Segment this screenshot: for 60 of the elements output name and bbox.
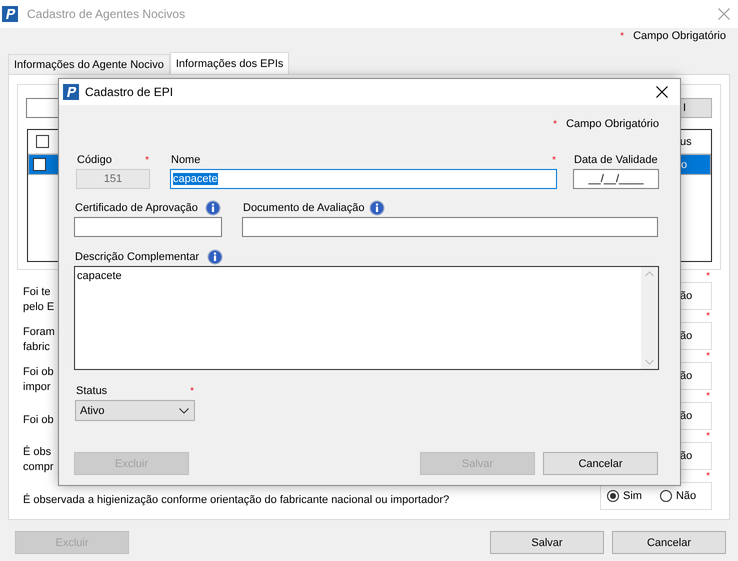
field-label: Código: [77, 154, 112, 166]
required-asterisk: *: [706, 351, 710, 362]
date-field[interactable]: __/__/____: [573, 169, 659, 189]
radio-button[interactable]: [660, 490, 672, 502]
required-asterisk: *: [706, 391, 710, 402]
question-text: É obs: [23, 445, 52, 460]
field-label: Data de Validade: [574, 154, 658, 166]
action-button[interactable]: Cancelar: [543, 452, 658, 475]
question-text: Foi te: [23, 285, 52, 300]
info-icon[interactable]: [368, 200, 384, 216]
radio-label: ão: [680, 450, 692, 462]
app-icon: [63, 84, 79, 100]
info-icon[interactable]: [205, 200, 221, 216]
required-asterisk: *: [706, 271, 710, 282]
question-text: impor: [23, 380, 52, 395]
question-text: Foi ob: [23, 412, 54, 428]
status-dropdown[interactable]: Ativo: [75, 400, 195, 421]
question-text: fabric: [23, 340, 51, 355]
input-field[interactable]: [242, 217, 658, 237]
required-asterisk: *: [706, 471, 710, 482]
action-button[interactable]: Salvar: [490, 531, 604, 554]
required-asterisk: *: [190, 386, 194, 396]
legend-text: Campo Obrigatório: [633, 30, 726, 42]
required-asterisk: *: [145, 154, 149, 166]
question-text: pelo E: [23, 300, 54, 315]
radio-label: ão: [680, 370, 692, 382]
radio-label: Sim: [623, 490, 642, 502]
tab[interactable]: Informações do Agente Nocivo: [8, 54, 170, 74]
radio-label: ão: [680, 410, 692, 422]
legend-text: Campo Obrigatório: [566, 118, 659, 130]
question-text: Foram: [23, 325, 55, 340]
window-title: Cadastro de Agentes Nocivos: [27, 7, 186, 21]
action-button[interactable]: Cancelar: [612, 531, 726, 554]
required-asterisk: *: [553, 118, 558, 130]
field-label: Documento de Avaliação: [243, 202, 364, 214]
required-asterisk: *: [552, 154, 556, 166]
chevron-icon: [179, 408, 189, 414]
required-asterisk: *: [706, 431, 710, 442]
input-field[interactable]: [74, 217, 222, 237]
radio-button[interactable]: [607, 490, 619, 502]
field-label: Status: [76, 385, 108, 397]
grid-cell: o: [681, 158, 688, 170]
tab[interactable]: Informações dos EPIs: [170, 52, 290, 74]
question-text: É observada a higienização conforme orientação do fabricante nacional ou importador?: [23, 492, 450, 508]
radio-label: ão: [680, 330, 692, 342]
radio-label: ão: [680, 290, 692, 302]
question-text: compr: [23, 460, 54, 475]
question-text: Foi ob: [23, 365, 54, 380]
field-label: Certificado de Aprovação: [75, 202, 198, 214]
info-icon[interactable]: [207, 249, 223, 265]
dialog-title: Cadastro de EPI: [85, 85, 174, 99]
field-label: Descrição Complementar: [75, 251, 200, 263]
close-icon[interactable]: [656, 86, 668, 98]
checkbox[interactable]: [36, 135, 49, 148]
required-asterisk: *: [620, 30, 624, 42]
required-asterisk: *: [706, 311, 710, 322]
field-label: Nome: [171, 154, 200, 166]
checkbox[interactable]: [33, 158, 46, 171]
radio-label: Não: [676, 490, 696, 502]
name-field[interactable]: capacete: [170, 169, 557, 189]
